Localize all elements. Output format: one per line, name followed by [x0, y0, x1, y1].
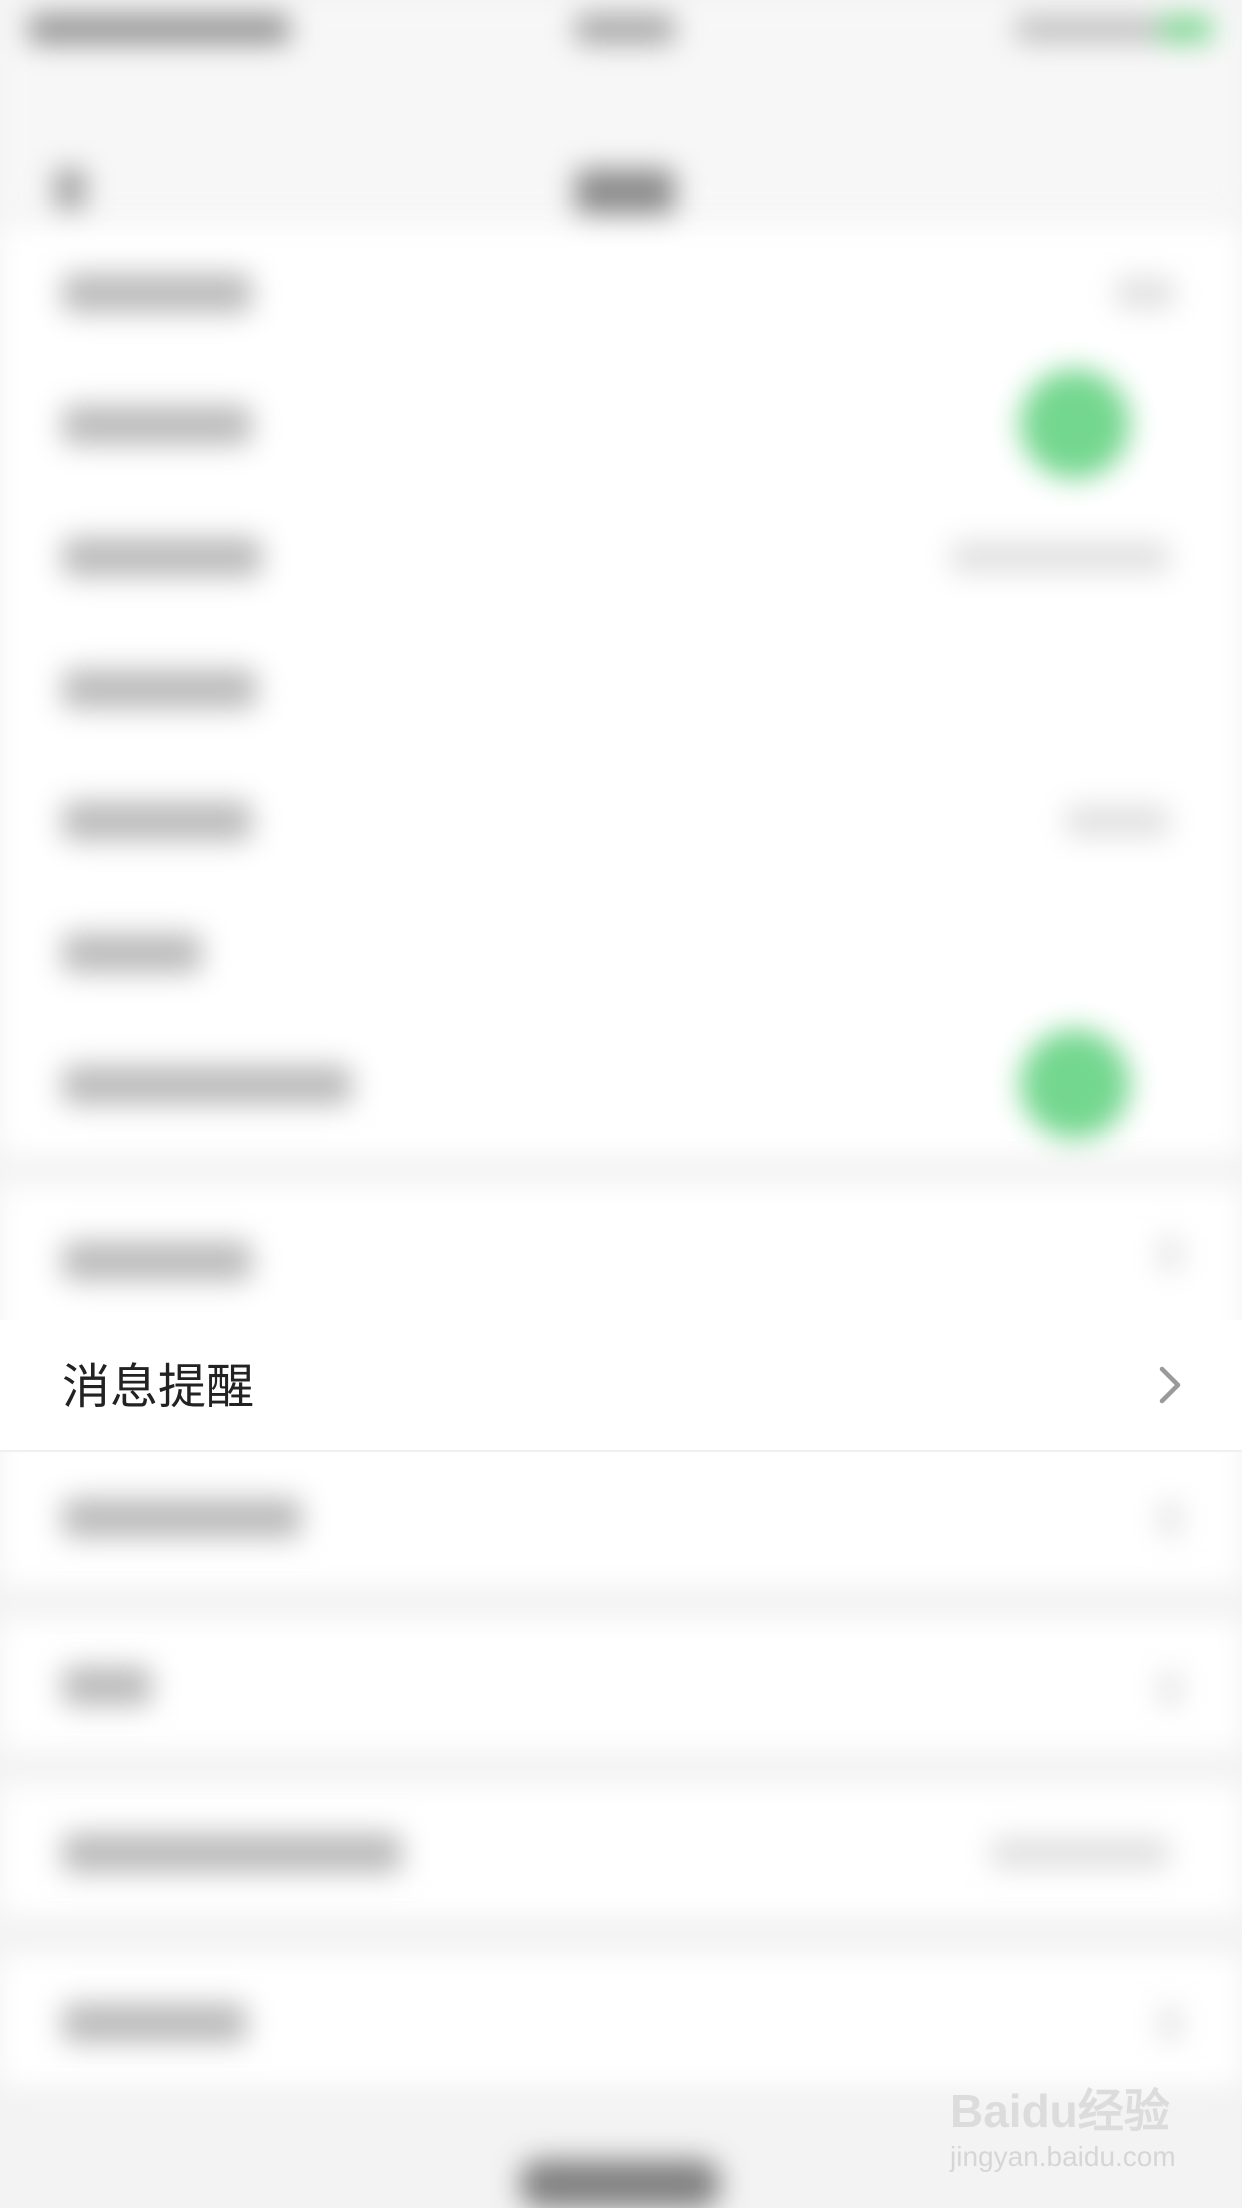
settings-row-13[interactable]	[0, 1955, 1242, 2087]
watermark-brand: Baidu经验	[950, 2085, 1170, 2137]
settings-row-11[interactable]	[0, 1620, 1242, 1752]
settings-row-3-value	[950, 541, 1170, 573]
settings-row-8[interactable]	[0, 1185, 1242, 1317]
back-button[interactable]	[55, 169, 85, 209]
settings-row-message-notifications[interactable]: 消息提醒	[0, 1320, 1242, 1452]
settings-row-3[interactable]	[0, 489, 1242, 621]
bottom-bar	[520, 2160, 720, 2208]
settings-row-7-label	[62, 1065, 352, 1105]
settings-row-13-label	[62, 2003, 247, 2043]
signal-indicator	[1015, 16, 1160, 42]
battery-icon	[1160, 16, 1212, 42]
settings-row-8-label	[62, 1241, 252, 1281]
settings-row-10[interactable]	[0, 1450, 1242, 1582]
settings-group-3	[0, 1620, 1242, 1750]
settings-row-1-value	[1115, 277, 1175, 309]
settings-row-12-label	[62, 1833, 402, 1873]
status-time	[575, 14, 675, 44]
settings-row-6-label	[62, 933, 202, 973]
message-notifications-label: 消息提醒	[62, 1359, 255, 1415]
status-bar	[0, 0, 1242, 64]
settings-row-5-label	[62, 801, 252, 841]
settings-row-11-label	[62, 1666, 152, 1706]
watermark-url: jingyan.baidu.com	[950, 2141, 1176, 2172]
settings-row-4-label	[62, 669, 257, 709]
page-title	[575, 169, 675, 214]
settings-row-2-switch[interactable]	[1020, 369, 1130, 479]
settings-row-10-chevron	[1160, 1502, 1180, 1536]
settings-row-1-label	[62, 273, 252, 313]
settings-row-10-label	[62, 1498, 302, 1538]
settings-row-11-chevron	[1160, 1672, 1180, 1706]
baidu-jingyan-watermark: Baidu经验 jingyan.baidu.com	[950, 2075, 1180, 2185]
settings-row-8-chevron	[1160, 1237, 1180, 1271]
chevron-right-icon	[1150, 1365, 1190, 1405]
settings-group-1	[0, 225, 1242, 1155]
settings-row-12[interactable]	[0, 1785, 1242, 1917]
settings-row-2-label	[62, 405, 252, 445]
settings-row-3-label	[62, 537, 262, 577]
navigation-bar	[0, 64, 1242, 214]
settings-row-1[interactable]	[0, 225, 1242, 357]
settings-row-5[interactable]	[0, 753, 1242, 885]
settings-row-12-value	[990, 1837, 1170, 1869]
carrier-indicator	[28, 14, 290, 44]
settings-row-4[interactable]	[0, 621, 1242, 753]
settings-row-5-value	[1065, 805, 1170, 837]
settings-row-7[interactable]	[0, 1017, 1242, 1149]
settings-row-7-switch[interactable]	[1020, 1029, 1130, 1139]
settings-row-2[interactable]	[0, 357, 1242, 489]
settings-group-5	[0, 1955, 1242, 2085]
settings-row-13-chevron	[1160, 2007, 1180, 2041]
settings-row-6[interactable]	[0, 885, 1242, 1017]
blurred-settings-background	[0, 0, 1242, 2208]
settings-group-4	[0, 1785, 1242, 1915]
